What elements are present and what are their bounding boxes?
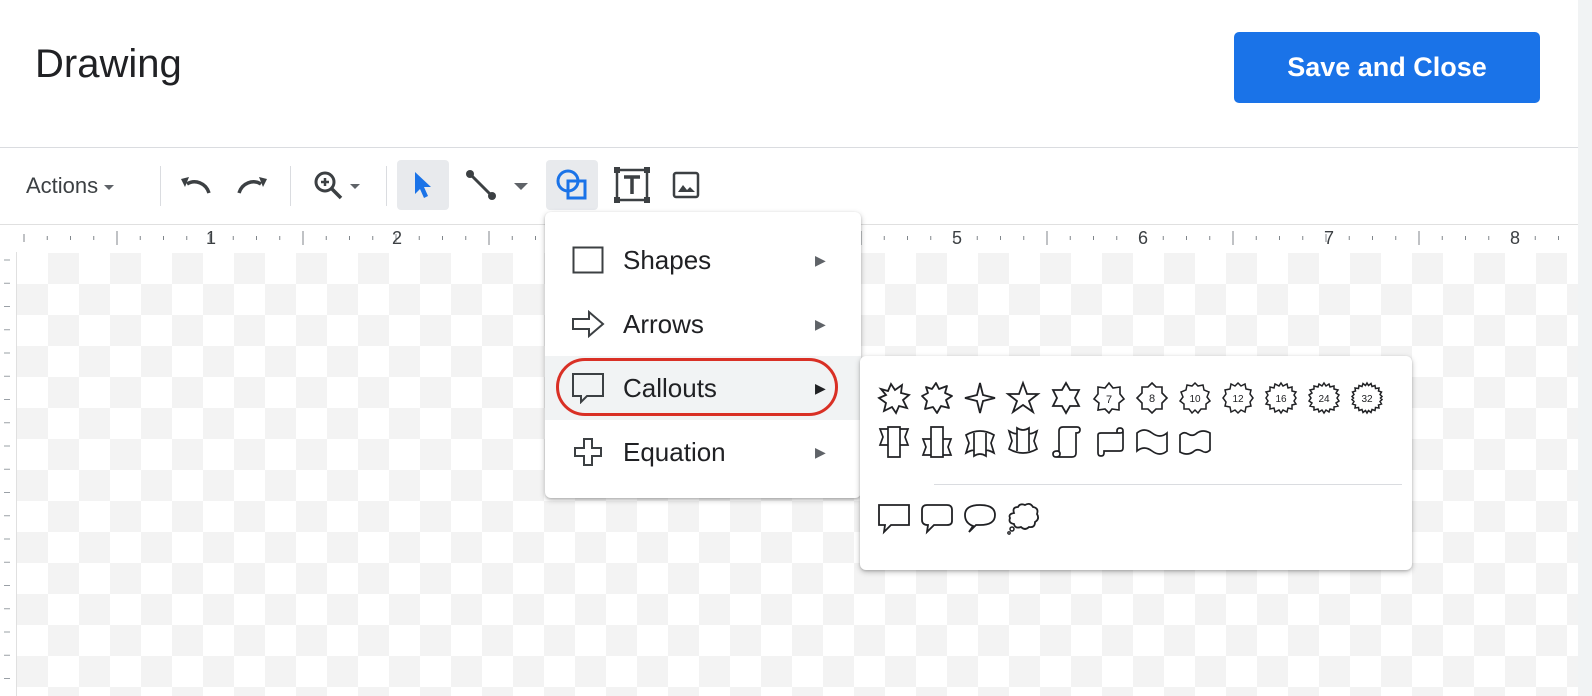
zoom-icon: [314, 171, 343, 200]
ruler-number: 7: [1324, 228, 1335, 248]
explosion-1-icon[interactable]: [874, 378, 914, 418]
star-label: 12: [1232, 394, 1244, 405]
submenu-arrow-icon: ▶: [815, 251, 826, 268]
ruler-number: 1: [206, 228, 217, 248]
rounded-rectangular-callout-icon[interactable]: [917, 498, 957, 538]
ruler-ticks: [4, 259, 10, 679]
toolbar-divider: [386, 166, 387, 206]
undo-button[interactable]: [170, 160, 222, 210]
callouts-submenu: 7 8 10 12 16 24 32: [860, 356, 1412, 570]
window-edge: [1578, 0, 1592, 696]
shape-menu: Shapes ▶ Arrows ▶ Callouts ▶ Equation ▶: [545, 212, 861, 498]
menu-item-shapes[interactable]: Shapes ▶: [545, 228, 861, 292]
chevron-down-icon: [104, 185, 115, 190]
star-8-icon[interactable]: 8: [1132, 378, 1172, 418]
vertical-scroll-icon[interactable]: [1046, 422, 1086, 462]
ruler-number: 6: [1138, 228, 1149, 248]
star-label: 16: [1275, 394, 1287, 405]
dialog-title: Drawing: [35, 42, 182, 86]
star-12-icon[interactable]: 12: [1218, 378, 1258, 418]
submenu-arrow-icon: ▶: [815, 379, 826, 396]
menu-item-label: Arrows: [623, 308, 704, 339]
menu-item-label: Callouts: [623, 372, 717, 403]
shape-button[interactable]: [546, 160, 598, 210]
submenu-arrow-icon: ▶: [815, 443, 826, 460]
redo-icon: [237, 177, 267, 194]
star-32-icon[interactable]: 32: [1347, 378, 1387, 418]
textbox-button[interactable]: [606, 160, 658, 210]
menu-item-label: Equation: [623, 436, 726, 467]
star-label: 7: [1106, 394, 1112, 406]
star-label: 24: [1318, 394, 1330, 405]
horizontal-scroll-icon[interactable]: [1089, 422, 1129, 462]
zoom-button[interactable]: [300, 160, 372, 210]
star-7-icon[interactable]: 7: [1089, 378, 1129, 418]
line-icon: [466, 170, 496, 200]
star-label: 8: [1149, 393, 1155, 405]
redo-button[interactable]: [226, 160, 278, 210]
menu-item-label: Shapes: [623, 244, 712, 275]
star-label: 10: [1189, 394, 1201, 405]
oval-callout-icon[interactable]: [960, 498, 1000, 538]
callout-icon: [571, 371, 605, 405]
dialog-header: Drawing Save and Close: [0, 0, 1592, 147]
menu-item-equation[interactable]: Equation ▶: [545, 420, 861, 484]
actions-label: Actions: [26, 173, 99, 198]
image-icon: [672, 171, 700, 199]
ruler-number: 8: [1510, 228, 1521, 248]
vertical-ruler[interactable]: [0, 252, 17, 696]
menu-item-callouts[interactable]: Callouts ▶: [545, 356, 861, 420]
select-icon: [415, 172, 431, 198]
chevron-down-icon: [514, 183, 528, 190]
submenu-arrow-icon: ▶: [815, 315, 826, 332]
rectangular-callout-icon[interactable]: [874, 498, 914, 538]
star-16-icon[interactable]: 16: [1261, 378, 1301, 418]
ribbon-down-icon[interactable]: [874, 422, 914, 462]
line-button[interactable]: [456, 160, 536, 210]
undo-icon: [181, 177, 211, 194]
image-button[interactable]: [660, 160, 712, 210]
actions-menu-button[interactable]: Actions: [26, 168, 115, 204]
star-24-icon[interactable]: 24: [1304, 378, 1344, 418]
plus-shape-icon: [571, 435, 605, 469]
explosion-2-icon[interactable]: [917, 378, 957, 418]
curved-ribbon-down-icon[interactable]: [960, 422, 1000, 462]
square-icon: [571, 243, 605, 277]
submenu-divider: [934, 484, 1402, 485]
star-4-icon[interactable]: [960, 378, 1000, 418]
ruler-number: 2: [392, 228, 403, 248]
menu-item-arrows[interactable]: Arrows ▶: [545, 292, 861, 356]
arrow-right-icon: [571, 307, 605, 341]
shape-icon: [556, 169, 587, 200]
ribbon-up-icon[interactable]: [917, 422, 957, 462]
star-10-icon[interactable]: 10: [1175, 378, 1215, 418]
cloud-callout-icon[interactable]: [1003, 498, 1043, 538]
ruler-number: 5: [952, 228, 963, 248]
curved-ribbon-up-icon[interactable]: [1003, 422, 1043, 462]
star-5-icon[interactable]: [1003, 378, 1043, 418]
wave-icon[interactable]: [1132, 422, 1172, 462]
select-button[interactable]: [397, 160, 449, 210]
star-6-icon[interactable]: [1046, 378, 1086, 418]
star-label: 32: [1361, 394, 1373, 405]
double-wave-icon[interactable]: [1175, 422, 1215, 462]
save-and-close-button[interactable]: Save and Close: [1234, 32, 1540, 103]
textbox-icon: [614, 167, 650, 203]
toolbar-divider: [290, 166, 291, 206]
toolbar-divider: [160, 166, 161, 206]
chevron-down-icon: [350, 184, 360, 189]
